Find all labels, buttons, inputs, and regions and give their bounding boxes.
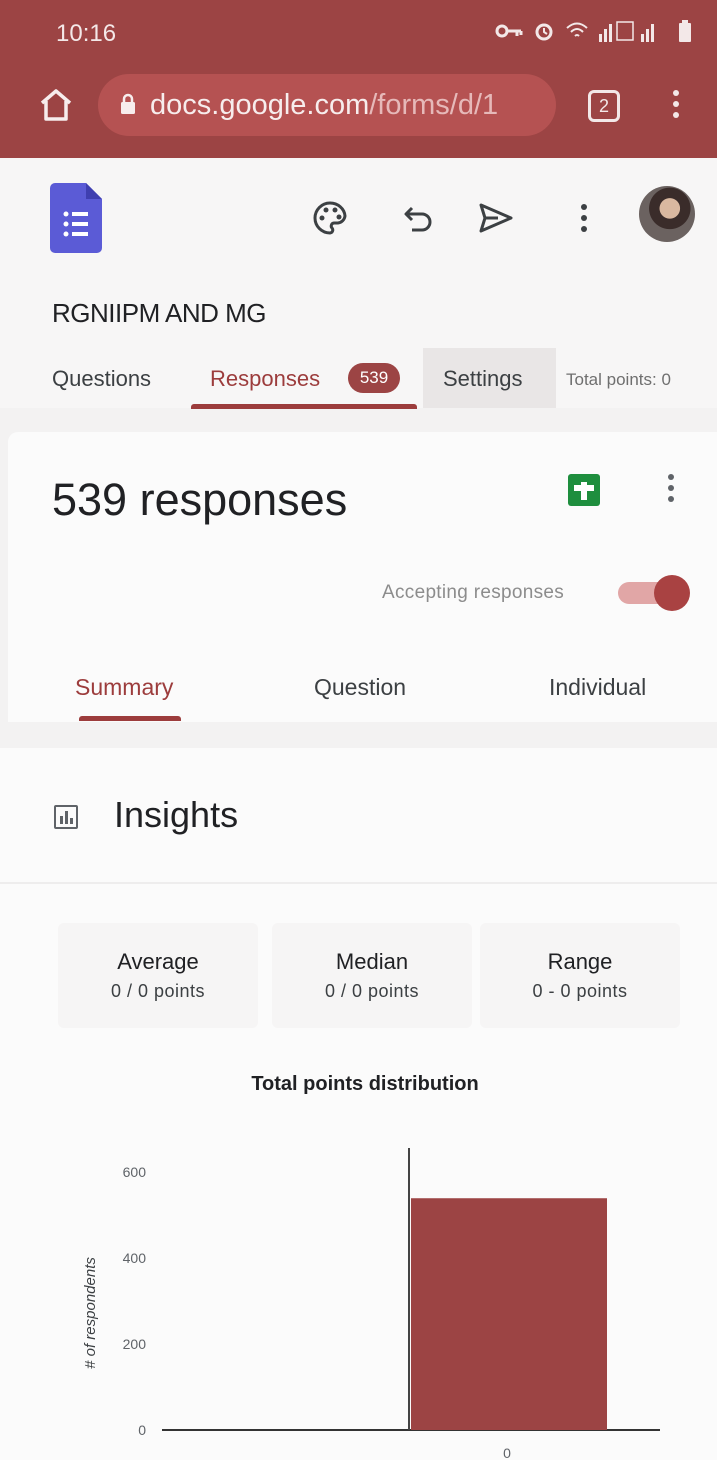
y-tick-label: 0 — [138, 1422, 146, 1438]
status-icons — [495, 20, 691, 47]
stat-label: Range — [547, 949, 613, 974]
tab-settings[interactable]: Settings — [443, 366, 523, 392]
subtab-individual[interactable]: Individual — [549, 674, 646, 701]
responses-subtabs: Summary Question Individual — [8, 664, 717, 722]
stat-label: Median — [335, 949, 409, 974]
stat-value: 0 / 0 points — [324, 981, 420, 1001]
stat-label: Average — [117, 949, 199, 974]
url-path: /forms/d/1 — [369, 89, 499, 121]
total-points-label: Total points: 0 — [566, 370, 671, 389]
active-tab-indicator — [191, 404, 417, 409]
status-time: 10:16 — [56, 20, 117, 47]
home-icon — [40, 89, 72, 121]
y-tick-label: 200 — [123, 1336, 147, 1352]
url-host: docs.google.com — [150, 89, 370, 121]
battery-icon — [679, 20, 691, 47]
form-tabs: Questions Responses 539 Settings Total p… — [0, 348, 717, 409]
google-sheets-icon[interactable] — [568, 474, 600, 506]
accepting-responses-toggle[interactable] — [616, 575, 690, 611]
stat-value: 0 - 0 points — [532, 981, 628, 1001]
insights-header: Insights — [0, 748, 717, 882]
wifi-icon — [565, 21, 589, 46]
toggle-knob — [654, 575, 690, 611]
responses-count-heading: 539 responses — [52, 474, 348, 525]
home-button[interactable] — [36, 85, 76, 125]
palette-icon[interactable] — [310, 198, 350, 238]
url-text: docs.google.com/forms/d/1 — [150, 89, 498, 122]
browser-chrome: 10:16 docs.google.com/forms/d/1 2 — [0, 0, 717, 158]
x-tick-label: 0 — [503, 1445, 511, 1460]
url-bar[interactable]: docs.google.com/forms/d/1 — [98, 74, 556, 136]
y-tick-label: 600 — [123, 1164, 147, 1180]
chart-title: Total points distribution — [251, 1073, 479, 1095]
google-forms-logo-icon[interactable] — [50, 183, 102, 253]
tab-questions[interactable]: Questions — [52, 366, 151, 392]
send-icon[interactable] — [476, 198, 516, 238]
y-axis-title: # of respondents — [82, 1257, 99, 1369]
tab-switcher-button[interactable]: 2 — [588, 90, 620, 122]
y-tick-label: 400 — [123, 1250, 147, 1266]
subtab-question[interactable]: Question — [314, 674, 406, 701]
subtab-summary[interactable]: Summary — [75, 674, 173, 701]
lock-icon — [121, 93, 135, 114]
signal-icon — [599, 20, 669, 47]
responses-count-badge: 539 — [348, 363, 400, 393]
form-title: RGNIIPM AND MG — [52, 298, 267, 328]
divider — [0, 882, 717, 884]
forms-header: RGNIIPM AND MG Questions Responses 539 S… — [0, 158, 717, 409]
account-avatar[interactable] — [639, 186, 695, 242]
alarm-icon — [533, 20, 555, 47]
more-vert-icon[interactable] — [564, 198, 604, 238]
active-subtab-indicator — [79, 716, 181, 721]
points-distribution-chart: 02004006000Points scored# of respondents — [82, 1148, 660, 1460]
insights-title: Insights — [114, 794, 239, 835]
stat-value: 0 / 0 points — [110, 981, 206, 1001]
bar — [411, 1198, 607, 1430]
responses-more-button[interactable] — [664, 474, 678, 508]
undo-icon[interactable] — [398, 198, 438, 238]
insights-section: Insights Average 0 / 0 points Median 0 /… — [0, 748, 717, 1460]
bar-chart-icon — [54, 805, 78, 829]
stat-average: Average 0 / 0 points — [58, 923, 258, 1028]
accepting-responses-label: Accepting responses — [382, 582, 565, 603]
tab-responses[interactable]: Responses — [210, 366, 320, 392]
status-bar: 10:16 — [0, 0, 717, 64]
stat-range: Range 0 - 0 points — [480, 923, 680, 1028]
vpn-key-icon — [495, 22, 523, 45]
browser-menu-button[interactable] — [664, 90, 688, 124]
responses-card: 539 responses Accepting responses Summar… — [8, 432, 717, 722]
stat-median: Median 0 / 0 points — [272, 923, 472, 1028]
